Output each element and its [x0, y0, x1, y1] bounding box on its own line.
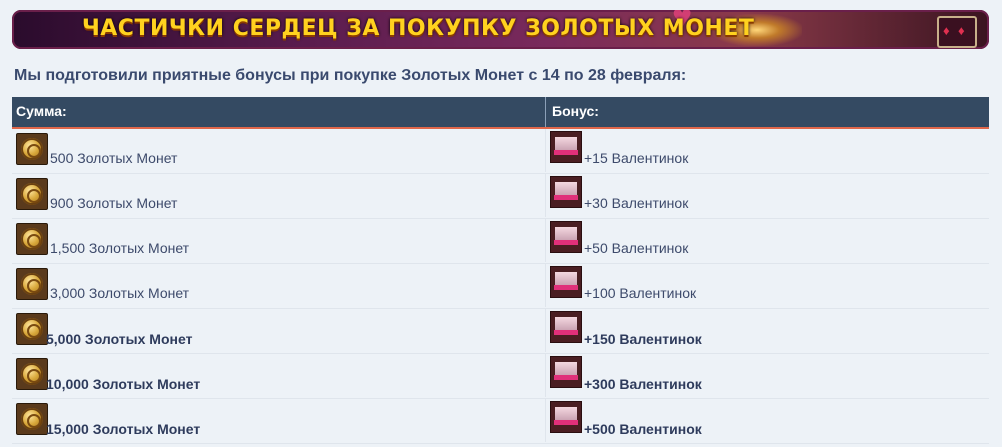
amount-text: 900 Золотых Монет	[50, 195, 178, 211]
table-header: Сумма: Бонус:	[12, 97, 989, 129]
header-bonus: Бонус:	[552, 103, 599, 119]
amount-text: 1,500 Золотых Монет	[50, 240, 190, 256]
gold-coin-icon	[16, 133, 48, 165]
card-suits-icon: ♦ ♦	[937, 16, 977, 48]
intro-text: Мы подготовили приятные бонусы при покуп…	[14, 67, 687, 84]
table-row: 5,000 Золотых Монет +150 Валентинок	[12, 309, 989, 354]
gold-coin-icon	[16, 403, 48, 435]
gold-coin-icon	[16, 223, 48, 255]
valentine-box-icon	[550, 266, 582, 298]
valentine-box-icon	[550, 311, 582, 343]
gold-coin-icon	[16, 178, 48, 210]
amount-text: 500 Золотых Монет	[50, 150, 178, 166]
table-row: 900 Золотых Монет +30 Валентинок	[12, 174, 989, 219]
amount-text: 3,000 Золотых Монет	[50, 285, 190, 301]
bonus-text: +30 Валентинок	[584, 195, 689, 211]
bonus-text: +100 Валентинок	[584, 285, 697, 301]
gold-coin-icon	[16, 358, 48, 390]
bonus-text: +500 Валентинок	[584, 421, 702, 437]
table-row: 500 Золотых Монет +15 Валентинок	[12, 129, 989, 174]
bonus-table: Сумма: Бонус: 500 Золотых Монет +15 Вале…	[12, 97, 989, 444]
banner-title: ЧАСТИЧКИ СЕРДЕЦ ЗА ПОКУПКУ ЗОЛОТЫХ МОНЕТ	[82, 16, 755, 41]
promo-banner: ♥ ЧАСТИЧКИ СЕРДЕЦ ЗА ПОКУПКУ ЗОЛОТЫХ МОН…	[12, 10, 989, 49]
valentine-box-icon	[550, 131, 582, 163]
amount-text: 10,000 Золотых Монет	[46, 376, 201, 392]
gold-coin-icon	[16, 313, 48, 345]
table-row: 1,500 Золотых Монет +50 Валентинок	[12, 219, 989, 264]
valentine-box-icon	[550, 356, 582, 388]
bonus-text: +150 Валентинок	[584, 331, 702, 347]
valentine-box-icon	[550, 176, 582, 208]
bonus-text: +300 Валентинок	[584, 376, 702, 392]
table-row: 10,000 Золотых Монет +300 Валентинок	[12, 354, 989, 399]
valentine-box-icon	[550, 401, 582, 433]
amount-text: 15,000 Золотых Монет	[46, 421, 201, 437]
header-divider	[545, 97, 546, 127]
valentine-box-icon	[550, 221, 582, 253]
gold-coin-icon	[16, 268, 48, 300]
table-row: 3,000 Золотых Монет +100 Валентинок	[12, 264, 989, 309]
amount-text: 5,000 Золотых Монет	[46, 331, 193, 347]
table-row: 15,000 Золотых Монет +500 Валентинок	[12, 399, 989, 444]
bonus-text: +15 Валентинок	[584, 150, 689, 166]
bonus-text: +50 Валентинок	[584, 240, 689, 256]
header-amount: Сумма:	[16, 103, 67, 119]
